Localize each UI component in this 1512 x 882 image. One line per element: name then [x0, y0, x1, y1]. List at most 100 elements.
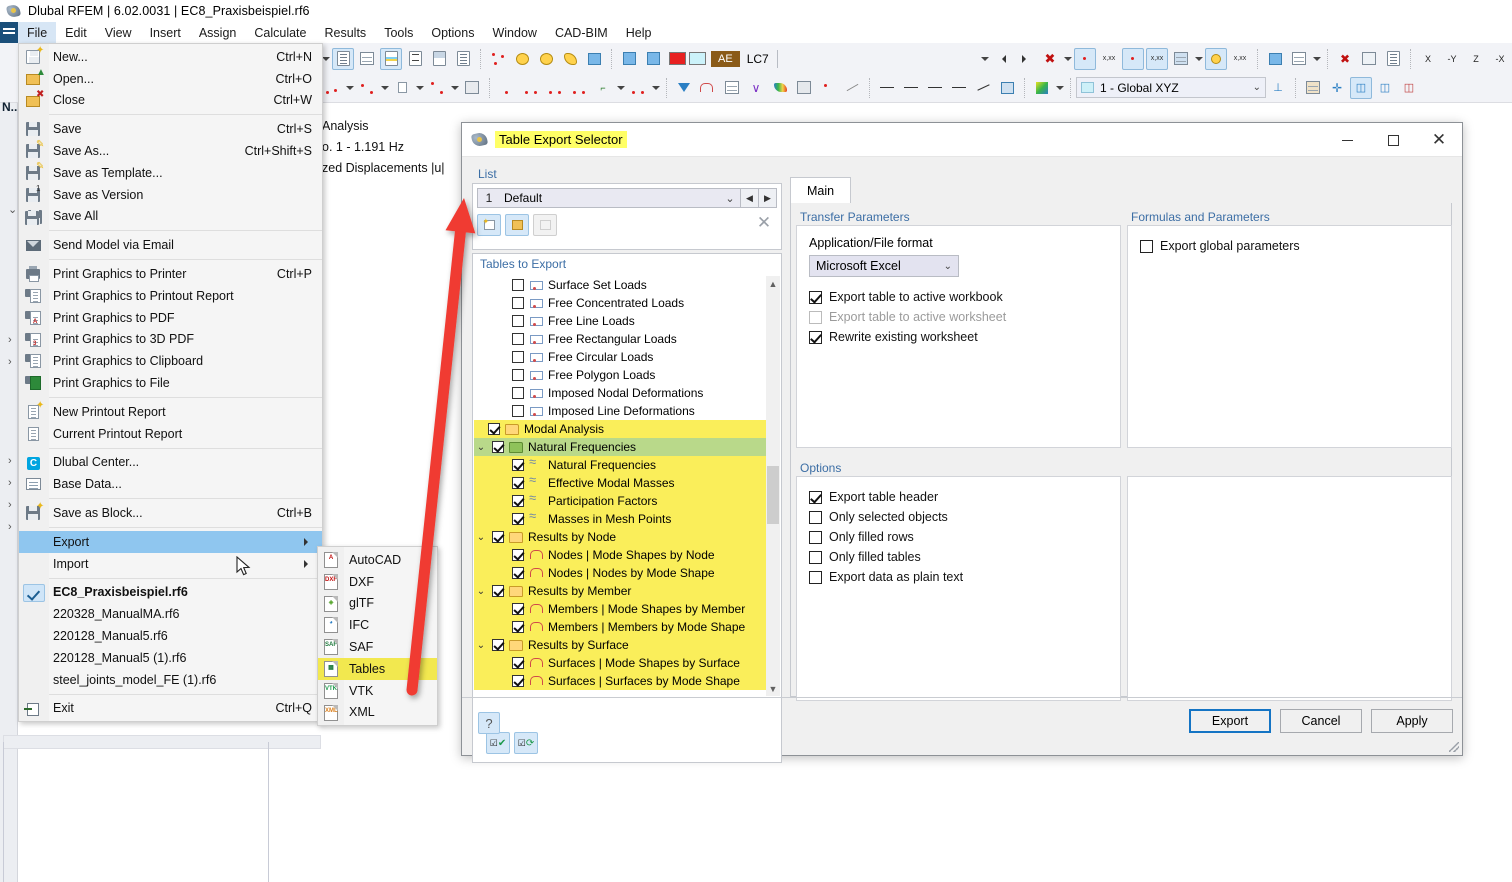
film-icon[interactable]: [721, 77, 743, 99]
chevron-down-icon[interactable]: ⌄: [720, 192, 740, 205]
menuitem-dlubal-center[interactable]: C Dlubal Center...: [19, 452, 322, 474]
menu-options[interactable]: Options: [422, 22, 483, 43]
new-node-icon[interactable]: [321, 77, 343, 99]
export-item-dxf[interactable]: DXF DXF: [318, 571, 437, 593]
tree-checkbox[interactable]: [512, 675, 524, 687]
tree-checkbox[interactable]: [488, 423, 500, 435]
tree-row[interactable]: ⌄Results by Surface: [474, 636, 780, 654]
annotation-icon[interactable]: [996, 77, 1018, 99]
view-x-icon[interactable]: X: [1417, 48, 1439, 70]
new-line-icon[interactable]: [356, 77, 378, 99]
grid-view-icon[interactable]: [356, 48, 378, 70]
cube-icon[interactable]: [793, 77, 815, 99]
line-support-icon[interactable]: [520, 77, 542, 99]
list-prev-button[interactable]: ◀: [741, 188, 759, 208]
minimize-button[interactable]: [1324, 123, 1370, 157]
tag-result-icon[interactable]: [559, 48, 581, 70]
nav-expand-icon[interactable]: ›: [8, 356, 12, 368]
work-plane-xz-icon[interactable]: ◫: [1398, 77, 1420, 99]
checkbox-export-to-active-workbook[interactable]: Export table to active workbook: [809, 287, 1108, 307]
menuitem-recent-file-5[interactable]: steel_joints_model_FE (1).rf6: [19, 669, 322, 691]
tree-row[interactable]: Masses in Mesh Points: [474, 510, 780, 528]
tree-row[interactable]: Effective Modal Masses: [474, 474, 780, 492]
tree-checkbox[interactable]: [492, 639, 504, 651]
object-snap-icon[interactable]: ✛: [1326, 77, 1348, 99]
export-button[interactable]: Export: [1189, 709, 1271, 733]
tree-row[interactable]: Participation Factors: [474, 492, 780, 510]
tree-row[interactable]: Surface Set Loads: [474, 276, 780, 294]
clear-results-caret[interactable]: [1062, 49, 1073, 69]
export-item-xml[interactable]: XML XML: [318, 702, 437, 724]
clear-results-icon[interactable]: ✖: [1039, 48, 1061, 70]
checkbox-rewrite-existing-worksheet[interactable]: Rewrite existing worksheet: [809, 327, 1108, 347]
tree-checkbox[interactable]: [512, 387, 524, 399]
tree-row[interactable]: Free Rectangular Loads: [474, 330, 780, 348]
menu-view[interactable]: View: [96, 22, 141, 43]
edit-view-icon[interactable]: [1382, 48, 1404, 70]
copy-list-icon[interactable]: [505, 214, 529, 236]
tree-checkbox[interactable]: [492, 585, 504, 597]
render-box-icon[interactable]: [1358, 48, 1380, 70]
coordinate-system-combo[interactable]: 1 - Global XYZ ⌄: [1076, 77, 1266, 98]
tree-checkbox[interactable]: [512, 621, 524, 633]
menu-calculate[interactable]: Calculate: [245, 22, 315, 43]
menuitem-exit[interactable]: Exit Ctrl+Q: [19, 698, 322, 720]
surface-select-icon[interactable]: [487, 48, 509, 70]
tree-row[interactable]: Surfaces | Surfaces by Mode Shape: [474, 672, 780, 690]
result-surface-icon[interactable]: [1205, 48, 1227, 70]
load-case-dropdown-caret[interactable]: [979, 49, 990, 69]
scroll-up-icon[interactable]: ▲: [766, 276, 780, 291]
view-z-icon[interactable]: Z: [1465, 48, 1487, 70]
menuitem-print-graphics-to-pdf[interactable]: A Print Graphics to PDF: [19, 307, 322, 329]
rename-list-icon[interactable]: [533, 214, 557, 236]
result-value-label-icon[interactable]: x,xx: [1146, 48, 1168, 70]
member-support-icon[interactable]: [544, 77, 566, 99]
zoom-reset-icon[interactable]: ✖: [1334, 48, 1356, 70]
dim-linear-icon[interactable]: [900, 77, 922, 99]
menuitem-current-printout-report[interactable]: Current Printout Report: [19, 423, 322, 445]
tree-row[interactable]: Surfaces | Mode Shapes by Surface: [474, 654, 780, 672]
tree-checkbox[interactable]: [512, 333, 524, 345]
result-table-icon[interactable]: [1288, 48, 1310, 70]
new-member-icon[interactable]: [391, 77, 413, 99]
tree-row[interactable]: Nodes | Nodes by Mode Shape: [474, 564, 780, 582]
dim-angle-icon[interactable]: [948, 77, 970, 99]
menu-file[interactable]: File: [18, 22, 56, 43]
menu-insert[interactable]: Insert: [141, 22, 190, 43]
filter-icon[interactable]: [673, 77, 695, 99]
chevron-down-icon[interactable]: ⌄: [1253, 82, 1261, 93]
checkbox-export-to-active-worksheet[interactable]: Export table to active worksheet: [809, 307, 1108, 327]
tree-checkbox[interactable]: [492, 441, 504, 453]
menuitem-save-as[interactable]: ✎ Save As... Ctrl+Shift+S: [19, 140, 322, 162]
tree-row[interactable]: Free Circular Loads: [474, 348, 780, 366]
menuitem-print-graphics-to-3d-pdf[interactable]: 3 Print Graphics to 3D PDF: [19, 329, 322, 351]
tree-expand-icon[interactable]: ⌄: [474, 586, 488, 597]
tree-checkbox[interactable]: [512, 405, 524, 417]
view-neg-y-icon[interactable]: -Y: [1441, 48, 1463, 70]
tree-row[interactable]: Nodes | Mode Shapes by Node: [474, 546, 780, 564]
tab-main[interactable]: Main: [790, 177, 851, 203]
view-neg-x-icon[interactable]: -X: [1489, 48, 1511, 70]
export-item-vtk[interactable]: VTK VTK: [318, 680, 437, 702]
menuitem-save-as-template[interactable]: ✎ Save as Template...: [19, 162, 322, 184]
cancel-button[interactable]: Cancel: [1280, 709, 1362, 733]
canvas-scrollbar[interactable]: [3, 735, 321, 749]
nodal-support-icon[interactable]: [496, 77, 518, 99]
tree-expand-icon[interactable]: ⌄: [474, 532, 488, 543]
export-item-autocad[interactable]: A AutoCAD: [318, 549, 437, 571]
tree-checkbox[interactable]: [512, 297, 524, 309]
menu-window[interactable]: Window: [483, 22, 545, 43]
color-swatch-red[interactable]: [669, 52, 686, 65]
axis-system-icon[interactable]: ⊥: [1267, 77, 1289, 99]
scroll-down-icon[interactable]: ▼: [766, 681, 780, 696]
menu-cad-bim[interactable]: CAD-BIM: [546, 22, 617, 43]
file-menu[interactable]: ✦ New... Ctrl+N ▲ Open... Ctrl+O ✖ Close…: [18, 43, 323, 722]
console-icon[interactable]: [404, 48, 426, 70]
table-export-selector-dialog[interactable]: Table Export Selector ✕ List 1 Default ⌄…: [461, 122, 1463, 756]
tree-row[interactable]: Free Polygon Loads: [474, 366, 780, 384]
panel-result-icon[interactable]: [583, 48, 605, 70]
checkbox-only-selected-objects[interactable]: Only selected objects: [809, 507, 1108, 527]
mesh-refine-icon[interactable]: [817, 77, 839, 99]
result-values-icon[interactable]: x,xx: [1098, 48, 1120, 70]
work-plane-yz-icon[interactable]: ◫: [1374, 77, 1396, 99]
